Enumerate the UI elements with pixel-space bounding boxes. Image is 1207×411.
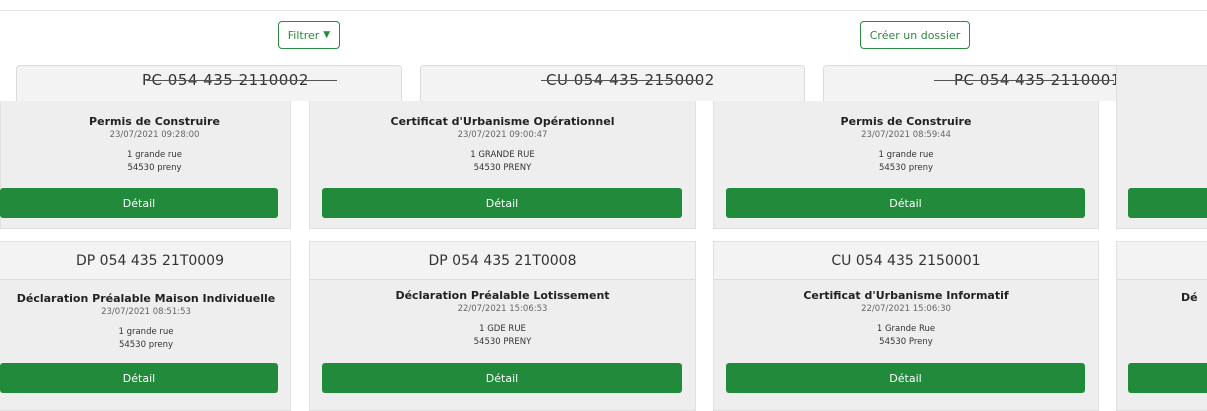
dossier-type-partial: Dé bbox=[1181, 291, 1198, 304]
detail-button[interactable]: Détail bbox=[726, 363, 1085, 393]
dossier-city: 54530 preny bbox=[127, 163, 182, 173]
create-folder-button[interactable]: Créer un dossier bbox=[860, 21, 970, 49]
filter-button[interactable]: Filtrer ▼ bbox=[278, 21, 340, 49]
dossier-type: Déclaration Préalable Maison Individuell… bbox=[16, 292, 276, 305]
dossier-date: 23/07/2021 08:59:44 bbox=[861, 130, 951, 140]
create-folder-button-label: Créer un dossier bbox=[869, 28, 961, 42]
dossier-city: 54530 Preny bbox=[879, 337, 933, 347]
card-header-overlay: CU 054 435 2150002 bbox=[420, 65, 805, 101]
overlap-line bbox=[147, 80, 337, 81]
dossier-street: 1 GRANDE RUE bbox=[470, 150, 535, 160]
dossier-type: Permis de Construire bbox=[89, 115, 220, 128]
dossier-type: Permis de Construire bbox=[840, 115, 972, 128]
filter-button-label: Filtrer bbox=[287, 28, 320, 42]
card-header-overlay: PC 054 435 2110002 bbox=[16, 65, 402, 101]
dossier-code: DP 054 435 21T0008 bbox=[310, 242, 695, 280]
dossier-type: Certificat d'Urbanisme Opérationnel bbox=[390, 115, 615, 128]
dossier-type: Déclaration Préalable Lotissement bbox=[395, 289, 610, 302]
detail-button-partial[interactable] bbox=[1128, 188, 1207, 218]
detail-button[interactable]: Détail bbox=[322, 188, 682, 218]
dossier-city: 54530 PRENY bbox=[473, 163, 532, 173]
dossier-city: 54530 preny bbox=[118, 340, 174, 350]
dossier-type: Certificat d'Urbanisme Informatif bbox=[803, 289, 1009, 302]
detail-button[interactable]: Détail bbox=[726, 188, 1085, 218]
detail-button[interactable]: Détail bbox=[0, 188, 278, 218]
dossier-date: 23/07/2021 09:00:47 bbox=[457, 130, 548, 140]
dossier-street: 1 Grande Rue bbox=[876, 324, 936, 334]
dossier-street: 1 grande rue bbox=[118, 327, 174, 337]
dossier-date: 23/07/2021 08:51:53 bbox=[101, 307, 191, 317]
chevron-down-icon: ▼ bbox=[323, 30, 331, 40]
overlap-line bbox=[934, 80, 1114, 81]
overlap-line bbox=[541, 80, 701, 81]
detail-button[interactable]: Détail bbox=[322, 363, 682, 393]
dossier-city: 54530 PRENY bbox=[473, 337, 532, 347]
dossier-street: 1 grande rue bbox=[126, 150, 183, 160]
dossier-code: DP 054 435 21T0009 bbox=[0, 242, 290, 280]
top-divider bbox=[0, 10, 1207, 11]
dossier-street: 1 GDE RUE bbox=[479, 324, 526, 334]
dossier-street: 1 grande rue bbox=[878, 150, 934, 160]
dossier-date: 22/07/2021 15:06:30 bbox=[861, 304, 951, 314]
dossier-city: 54530 preny bbox=[878, 163, 934, 173]
detail-button-partial[interactable] bbox=[1128, 363, 1207, 393]
dossier-date: 23/07/2021 09:28:00 bbox=[109, 130, 200, 140]
dossier-date: 22/07/2021 15:06:53 bbox=[457, 304, 548, 314]
dossier-code: CU 054 435 2150001 bbox=[714, 242, 1098, 280]
detail-button[interactable]: Détail bbox=[0, 363, 278, 393]
